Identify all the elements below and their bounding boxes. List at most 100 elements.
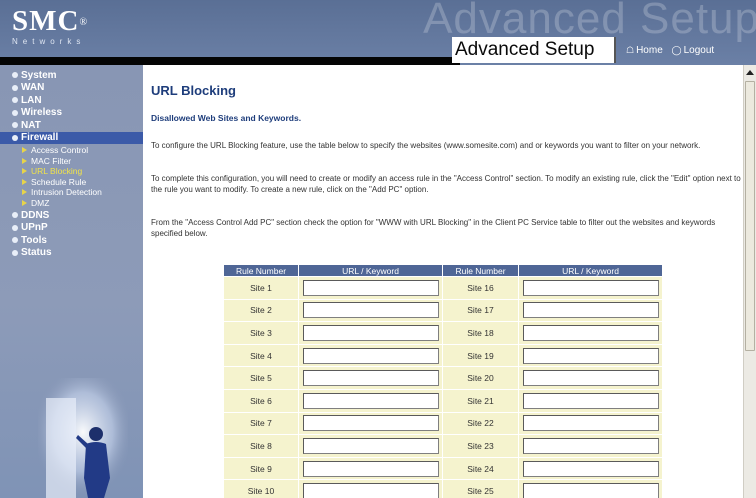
table-row: Site 6 Site 21 [223, 388, 663, 413]
submenu-item-url-blocking[interactable]: URL Blocking [22, 166, 143, 177]
rule-number-cell: Site 22 [442, 411, 519, 436]
sidebar-nav: System WAN LAN Wireless NAT Firewall Acc… [0, 69, 143, 259]
brand-subtitle: Networks [12, 37, 86, 46]
url-keyword-input[interactable] [303, 483, 439, 498]
rule-number-cell: Site 3 [223, 321, 299, 345]
column-header: Rule Number [223, 264, 299, 277]
submenu-item-intrusion-detection[interactable]: Intrusion Detection [22, 187, 143, 198]
submenu-item-dmz[interactable]: DMZ [22, 198, 143, 209]
scrollbar-thumb[interactable] [745, 81, 755, 351]
registered-mark: ® [79, 17, 89, 28]
sidebar-item-upnp[interactable]: UPnP [0, 222, 143, 235]
url-keyword-input[interactable] [303, 324, 439, 341]
url-keyword-input[interactable] [303, 302, 439, 319]
submenu-item-label: Access Control [31, 145, 89, 156]
sidebar-item-label: LAN [21, 94, 42, 106]
url-keyword-input[interactable] [303, 347, 439, 364]
url-keyword-input[interactable] [303, 437, 439, 454]
url-keyword-cell [298, 479, 443, 498]
nav-bullet-icon [12, 249, 18, 256]
rule-number-cell: Site 16 [442, 276, 519, 300]
url-keyword-cell [518, 434, 663, 458]
brand-name: SMC [12, 5, 80, 37]
firewall-submenu: Access Control MAC Filter URL Blocking S… [0, 145, 143, 208]
url-keyword-cell [518, 366, 663, 390]
url-keyword-input[interactable] [523, 324, 659, 341]
rule-number-cell: Site 2 [223, 298, 299, 323]
rule-number-cell: Site 6 [223, 388, 299, 413]
url-keyword-input[interactable] [523, 347, 659, 364]
rule-number-label: Site 7 [250, 418, 272, 429]
rule-number-cell: Site 23 [442, 434, 519, 458]
home-link[interactable]: ☖ Home [626, 45, 663, 56]
submenu-item-mac-filter[interactable]: MAC Filter [22, 156, 143, 167]
url-keyword-input[interactable] [523, 370, 659, 387]
url-keyword-cell [518, 388, 663, 413]
instruction-paragraph: From the "Access Control Add PC" section… [151, 218, 716, 238]
sidebar-item-nat[interactable]: NAT [0, 119, 143, 132]
url-keyword-input[interactable] [303, 279, 439, 296]
header-divider [0, 57, 460, 65]
submenu-arrow-icon [22, 168, 27, 175]
url-keyword-input[interactable] [523, 302, 659, 319]
url-keyword-input[interactable] [303, 392, 439, 409]
sidebar-item-wireless[interactable]: Wireless [0, 107, 143, 120]
home-icon: ☖ [626, 45, 635, 55]
sidebar-item-system[interactable]: System [0, 69, 143, 82]
url-keyword-input[interactable] [303, 415, 439, 432]
url-keyword-input[interactable] [523, 392, 659, 409]
url-keyword-cell [298, 434, 443, 458]
url-keyword-input[interactable] [523, 415, 659, 432]
logout-link[interactable]: ◯ Logout [672, 45, 715, 56]
sidebar-item-firewall[interactable]: Firewall [0, 131, 143, 144]
rule-number-cell: Site 20 [442, 366, 519, 390]
rule-number-cell: Site 5 [223, 366, 299, 390]
submenu-arrow-icon [22, 147, 27, 154]
rule-number-cell: Site 24 [442, 456, 519, 481]
submenu-item-schedule-rule[interactable]: Schedule Rule [22, 177, 143, 188]
url-keyword-input[interactable] [303, 460, 439, 477]
url-keyword-input[interactable] [523, 483, 659, 498]
url-keyword-cell [298, 343, 443, 368]
table-row: Site 10 Site 25 [223, 479, 663, 498]
url-keyword-cell [518, 411, 663, 436]
table-row: Site 4 Site 19 [223, 343, 663, 368]
sidebar-item-tools[interactable]: Tools [0, 234, 143, 247]
url-keyword-cell [298, 366, 443, 390]
rule-number-cell: Site 10 [223, 479, 299, 498]
sidebar-item-label: Wireless [21, 107, 63, 119]
sidebar-item-label: UPnP [21, 222, 48, 234]
url-keyword-cell [518, 321, 663, 345]
rule-number-cell: Site 7 [223, 411, 299, 436]
url-keyword-input[interactable] [303, 370, 439, 387]
submenu-item-label: Intrusion Detection [31, 187, 102, 198]
sidebar-item-lan[interactable]: LAN [0, 94, 143, 107]
sidebar-item-label: Tools [21, 234, 47, 246]
header-links: ☖ Home ◯ Logout [626, 45, 720, 56]
submenu-item-access-control[interactable]: Access Control [22, 145, 143, 156]
rule-number-label: Site 21 [467, 395, 494, 406]
url-keyword-input[interactable] [523, 279, 659, 296]
main-content: URL Blocking Disallowed Web Sites and Ke… [143, 65, 743, 498]
url-keyword-input[interactable] [523, 460, 659, 477]
vertical-scrollbar[interactable] [743, 65, 756, 498]
url-keyword-input[interactable] [523, 437, 659, 454]
submenu-item-label: Schedule Rule [31, 176, 87, 187]
rule-number-label: Site 2 [250, 305, 272, 316]
smc-logo: SMC® Networks [12, 6, 88, 46]
url-keyword-cell [298, 456, 443, 481]
sidebar-item-status[interactable]: Status [0, 247, 143, 260]
url-keyword-cell [518, 298, 663, 323]
url-keyword-cell [298, 298, 443, 323]
table-header-row: Rule Number URL / Keyword Rule Number UR… [223, 264, 663, 277]
url-keyword-cell [298, 276, 443, 300]
nav-bullet-icon [12, 224, 18, 231]
rule-number-label: Site 5 [250, 373, 272, 384]
table-row: Site 9 Site 24 [223, 456, 663, 481]
table-row: Site 2 Site 17 [223, 298, 663, 323]
nav-bullet-icon [12, 134, 18, 141]
sidebar-item-ddns[interactable]: DDNS [0, 209, 143, 222]
scroll-up-arrow-icon[interactable] [746, 70, 754, 75]
sidebar-item-wan[interactable]: WAN [0, 82, 143, 95]
url-keyword-cell [298, 321, 443, 345]
